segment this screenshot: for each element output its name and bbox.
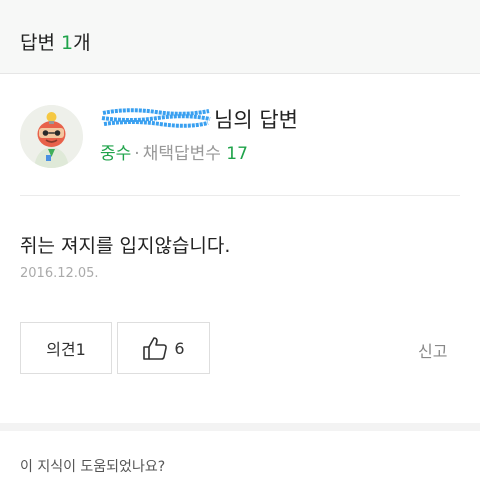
avatar-character-icon — [20, 105, 83, 168]
redaction-scribble-icon — [101, 108, 211, 128]
like-count: 6 — [174, 338, 185, 358]
meta-separator: · — [134, 144, 140, 164]
author-name-redacted — [100, 107, 212, 129]
header-count: 1 — [61, 32, 74, 54]
thumbs-up-icon — [143, 337, 168, 360]
answer-date: 2016.12.05. — [20, 266, 99, 281]
answers-header: 답변 1개 — [0, 0, 480, 74]
avatar[interactable] — [20, 105, 83, 168]
helpful-question: 이 지식이 도움되었나요? — [20, 459, 166, 475]
opinion-button-label: 의견1 — [46, 340, 86, 359]
section-separator — [0, 423, 480, 431]
opinion-button[interactable]: 의견1 — [20, 322, 112, 374]
adopted-label: 채택답변수 — [142, 144, 221, 164]
header-title: 답변 — [20, 32, 55, 54]
author-meta: 중수 · 채택답변수 17 — [100, 139, 248, 164]
header-unit: 개 — [73, 32, 91, 54]
report-link[interactable]: 신고 — [418, 338, 447, 362]
answer-body: 쥐는 져지를 입지않습니다. — [20, 235, 231, 257]
author-rank: 중수 — [100, 144, 132, 164]
author-suffix: 님의 답변 — [214, 108, 298, 132]
like-button[interactable]: 6 — [117, 322, 210, 374]
adopted-count: 17 — [226, 144, 248, 164]
card-divider — [20, 195, 460, 196]
answers-count-title: 답변 1개 — [20, 28, 91, 55]
